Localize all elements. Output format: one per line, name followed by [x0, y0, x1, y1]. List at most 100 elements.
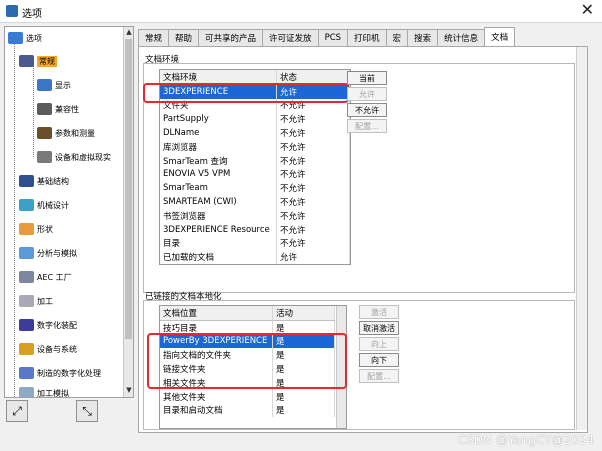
row-name-cell: 目录和启动文档 [160, 403, 273, 418]
table-row[interactable]: SmarTeam 查询 不允许 [160, 153, 350, 168]
tab-macros[interactable]: 宏 [385, 29, 409, 46]
row-status-cell: 允许 [276, 250, 350, 265]
tree-scrollbar[interactable]: ▲ ▼ [123, 27, 133, 397]
linked_docs-button-3[interactable]: 向下 [359, 353, 399, 367]
tab-general[interactable]: 常规 [138, 29, 170, 46]
tree-item-label: 设备和虚拟现实 [55, 152, 111, 162]
tab-statistics[interactable]: 统计信息 [437, 29, 486, 46]
linked_docs-button-2[interactable]: 向上 [359, 337, 399, 351]
row-name-cell: SMARTEAM (CWI) [160, 195, 277, 209]
table-row[interactable]: 其他文件夹是 [160, 389, 335, 404]
tree-item-analysis[interactable]: 分析与模拟 [19, 245, 77, 261]
table-row[interactable]: SMARTEAM (CWI) 不允许 [160, 195, 350, 209]
close-icon[interactable]: ✕ [581, 2, 594, 18]
tree-item-display[interactable]: 显示 [37, 77, 71, 93]
row-status-cell: 不允许 [276, 153, 350, 168]
table-row[interactable]: 已加载的文档 允许 [160, 250, 350, 265]
analysis-icon [19, 247, 34, 259]
tree-item-label: 设备与系统 [37, 344, 77, 354]
digital-mockup-icon [19, 319, 34, 331]
tree-item-machining-sim[interactable]: 加工模拟 [19, 385, 69, 398]
table-row[interactable]: 库浏览器 不允许 [160, 139, 350, 154]
tree-collapse-icon: ⤡ [82, 403, 92, 418]
row-name-cell: 3DEXPERIENCE Resource [160, 222, 277, 237]
linked_docs-button-4[interactable]: 配置... [359, 369, 399, 383]
linked_docs-button-0[interactable]: 激活 [359, 305, 399, 319]
panel-scrollbar[interactable] [576, 47, 587, 430]
tree-collapse-button[interactable]: ⤡ [76, 400, 98, 422]
column-header-active[interactable]: 活动 [272, 306, 335, 321]
tree-item-label: 选项 [26, 33, 42, 43]
table-row[interactable]: SmarTeam 不允许 [160, 181, 350, 196]
tree-expand-button[interactable]: ⤢ [6, 400, 28, 422]
scroll-up-icon[interactable]: ▲ [124, 27, 133, 37]
tree-item-compatibility[interactable]: 兼容性 [37, 101, 79, 117]
table-row[interactable]: 3DEXPERIENCE Resource 不允许 [160, 222, 350, 237]
table-row[interactable]: DLName 不允许 [160, 126, 350, 140]
row-status-cell: 不允许 [276, 181, 350, 196]
row-name-cell: PartSupply [160, 112, 277, 127]
shape-icon [19, 223, 34, 235]
tree-item-label: 加工模拟 [37, 388, 69, 398]
parameters-icon [37, 127, 52, 139]
doc_env-button-3[interactable]: 配置... [347, 119, 387, 133]
scroll-thumb[interactable] [125, 39, 132, 339]
tree-item-options[interactable]: 选项 [8, 30, 42, 46]
tab-search[interactable]: 搜索 [407, 29, 439, 46]
tree-item-label: AEC 工厂 [37, 272, 72, 282]
tree-line [14, 37, 15, 397]
tree-item-infrastructure[interactable]: 基础结构 [19, 173, 69, 189]
tab-help[interactable]: 帮助 [168, 29, 200, 46]
tree-item-shape[interactable]: 形状 [19, 221, 53, 237]
highlight-box [147, 333, 347, 389]
tab-licensing[interactable]: 许可证发放 [262, 29, 319, 46]
general-icon [19, 55, 34, 67]
row-status-cell: 是 [272, 389, 335, 404]
tree-item-aec[interactable]: AEC 工厂 [19, 269, 72, 285]
tab-document[interactable]: 文档 [484, 27, 516, 46]
column-header-doc-location[interactable]: 文档位置 [160, 306, 273, 321]
tree-item-mechanical[interactable]: 机械设计 [19, 197, 69, 213]
row-status-cell: 不允许 [276, 126, 350, 140]
tree-item-label: 显示 [55, 80, 71, 90]
table-row[interactable]: PartSupply 不允许 [160, 112, 350, 127]
equipment-systems-icon [19, 343, 34, 355]
tree-item-label: 形状 [37, 224, 53, 234]
tree-item-label: 基础结构 [37, 176, 69, 186]
title-bar: 选项 ✕ [0, 0, 602, 23]
tree-item-equipment[interactable]: 设备与系统 [19, 341, 77, 357]
row-status-cell: 不允许 [276, 236, 350, 251]
scroll-down-icon[interactable]: ▼ [124, 385, 133, 395]
tree-item-digital-manufacturing[interactable]: 制造的数字化处理 [19, 365, 101, 381]
doc_env-button-1[interactable]: 允许 [347, 87, 387, 101]
row-name-cell: SmarTeam 查询 [160, 153, 277, 168]
aec-plant-icon [19, 271, 34, 283]
tree-item-label: 机械设计 [37, 200, 69, 210]
tree-expand-icon: ⤢ [12, 403, 22, 418]
row-name-cell: ENOVIA V5 VPM [160, 167, 277, 182]
tree-item-label: 制造的数字化处理 [37, 368, 101, 378]
tree-item-dmu[interactable]: 数字化装配 [19, 317, 77, 333]
row-name-cell: 已加载的文档 [160, 250, 277, 265]
doc_env-button-0[interactable]: 当前 [347, 71, 387, 85]
tab-printers[interactable]: 打印机 [347, 29, 387, 46]
window-title: 选项 [22, 9, 42, 20]
table-row[interactable]: 目录和启动文档是 [160, 403, 335, 418]
linked_docs-button-1[interactable]: 取消激活 [359, 321, 399, 335]
tab-pcs[interactable]: PCS [317, 29, 349, 46]
row-name-cell: 书签浏览器 [160, 208, 277, 223]
tree-item-devices[interactable]: 设备和虚拟现实 [37, 149, 111, 165]
tab-shareable-products[interactable]: 可共享的产品 [198, 29, 264, 46]
row-name-cell: SmarTeam [160, 181, 277, 196]
row-status-cell: 是 [272, 403, 335, 418]
tree-item-label: 参数和测量 [55, 128, 95, 138]
tree-item-machining[interactable]: 加工 [19, 293, 53, 309]
table-row[interactable]: 书签浏览器 不允许 [160, 208, 350, 223]
options-tree[interactable]: 选项 常规 显示 兼容性 参数和测量 设备和虚拟现实 基础结构 机械设计 形状 … [4, 26, 134, 398]
tree-item-general[interactable]: 常规 [19, 53, 57, 69]
tree-buttons: ⤢ ⤡ [6, 400, 146, 422]
table-row[interactable]: ENOVIA V5 VPM 不允许 [160, 167, 350, 182]
tree-item-parameters[interactable]: 参数和测量 [37, 125, 95, 141]
table-row[interactable]: 目录 不允许 [160, 236, 350, 251]
doc_env-button-2[interactable]: 不允许 [347, 103, 387, 117]
